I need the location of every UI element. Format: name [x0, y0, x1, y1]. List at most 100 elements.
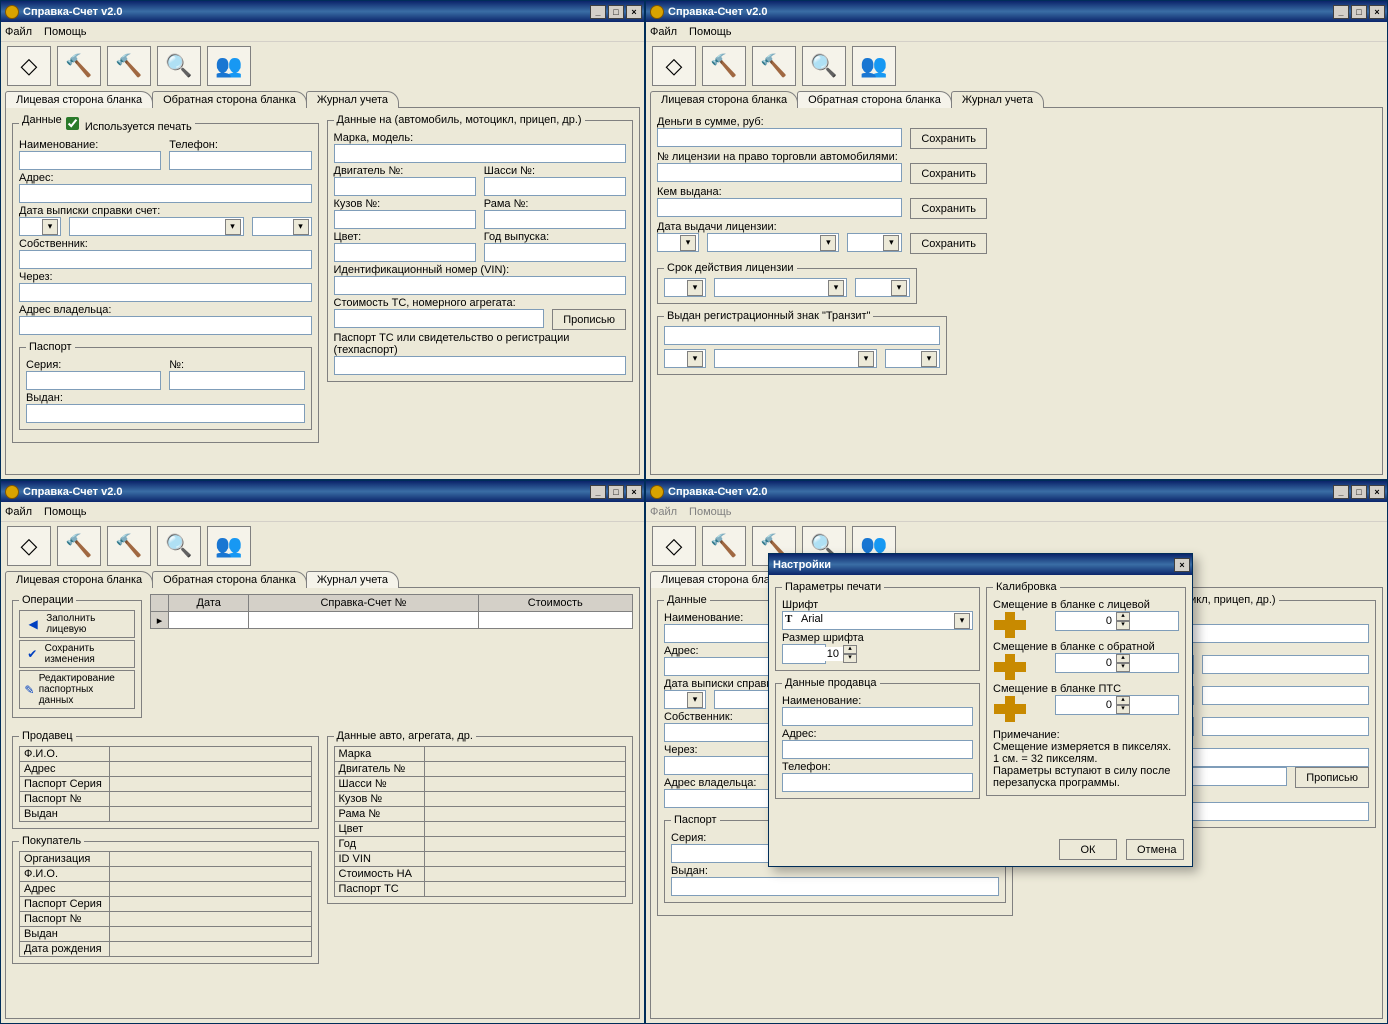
val-day-combo[interactable]: [664, 278, 706, 297]
ok-button[interactable]: ОК: [1059, 839, 1117, 860]
maximize-button[interactable]: □: [1351, 485, 1367, 499]
tab-front[interactable]: Лицевая сторона бланка: [5, 91, 153, 108]
year-input[interactable]: [484, 243, 626, 262]
menu-file[interactable]: Файл: [5, 26, 32, 38]
op-edit-button[interactable]: ✎Редактирование паспортных данных: [19, 670, 135, 709]
tool-users-icon[interactable]: 👥: [207, 526, 251, 566]
date-year-combo[interactable]: [252, 217, 312, 236]
date-month-combo[interactable]: [69, 217, 244, 236]
maximize-button[interactable]: □: [608, 485, 624, 499]
mark-input[interactable]: [334, 144, 627, 163]
tool-users-icon[interactable]: 👥: [207, 46, 251, 86]
offset-front-spinner[interactable]: ▴▾: [1055, 611, 1179, 631]
money-input[interactable]: [657, 128, 902, 147]
dialog-close-button[interactable]: ×: [1174, 558, 1190, 572]
tool-print2-icon[interactable]: 🔨: [107, 526, 151, 566]
op-save-button[interactable]: ✔Сохранить изменения: [19, 640, 135, 668]
app-icon: [5, 485, 19, 499]
tool-new-icon[interactable]: ◇: [652, 46, 696, 86]
minimize-button[interactable]: _: [1333, 5, 1349, 19]
tool-search-icon[interactable]: 🔍: [157, 46, 201, 86]
ldate-year-combo[interactable]: [847, 233, 902, 252]
tool-print2-icon[interactable]: 🔨: [752, 46, 796, 86]
passport-issued-input[interactable]: [26, 404, 305, 423]
tr-month-combo[interactable]: [714, 349, 877, 368]
through-input[interactable]: [19, 283, 312, 302]
op-fill-button[interactable]: ◀Заполнить лицевую: [19, 610, 135, 638]
tab-log[interactable]: Журнал учета: [951, 91, 1044, 108]
val-month-combo[interactable]: [714, 278, 847, 297]
maximize-button[interactable]: □: [1351, 5, 1367, 19]
tab-log[interactable]: Журнал учета: [306, 91, 399, 108]
phone-input[interactable]: [169, 151, 311, 170]
tool-search-icon[interactable]: 🔍: [802, 46, 846, 86]
offset-pts-spinner[interactable]: ▴▾: [1055, 695, 1179, 715]
save-ldate-button[interactable]: Сохранить: [910, 233, 987, 254]
pts-input[interactable]: [334, 356, 627, 375]
minimize-button[interactable]: _: [590, 5, 606, 19]
tab-back[interactable]: Обратная сторона бланка: [152, 91, 307, 108]
date-day-combo[interactable]: [19, 217, 61, 236]
settings-phone-input[interactable]: [782, 773, 973, 792]
tool-print-icon[interactable]: 🔨: [57, 526, 101, 566]
name-input[interactable]: [19, 151, 161, 170]
frame-input[interactable]: [484, 210, 626, 229]
by-words-button[interactable]: Прописью: [552, 309, 626, 330]
settings-name-input[interactable]: [782, 707, 973, 726]
save-money-button[interactable]: Сохранить: [910, 128, 987, 149]
cost-input[interactable]: [334, 309, 545, 328]
cancel-button[interactable]: Отмена: [1126, 839, 1184, 860]
tr-year-combo[interactable]: [885, 349, 940, 368]
menu-help[interactable]: Помощь: [44, 26, 87, 38]
tab-front[interactable]: Лицевая сторона бланка: [5, 571, 153, 588]
passport-no-input[interactable]: [169, 371, 304, 390]
close-button[interactable]: ×: [1369, 485, 1385, 499]
frame-passport: Паспорт Серия: №: Выдан:: [19, 341, 312, 430]
app-icon: [650, 485, 664, 499]
ldate-day-combo[interactable]: [657, 233, 699, 252]
tab-front[interactable]: Лицевая сторона бланка: [650, 91, 798, 108]
tool-users-icon[interactable]: 👥: [852, 46, 896, 86]
save-issued-button[interactable]: Сохранить: [910, 198, 987, 219]
tab-back[interactable]: Обратная сторона бланка: [797, 91, 952, 108]
tab-log[interactable]: Журнал учета: [306, 571, 399, 588]
ruler-icon: [993, 653, 1027, 681]
ldate-month-combo[interactable]: [707, 233, 839, 252]
close-button[interactable]: ×: [626, 485, 642, 499]
maximize-button[interactable]: □: [608, 5, 624, 19]
tool-print-icon[interactable]: 🔨: [57, 46, 101, 86]
minimize-button[interactable]: _: [590, 485, 606, 499]
chassis-input[interactable]: [484, 177, 626, 196]
passport-series-input[interactable]: [26, 371, 161, 390]
address-input[interactable]: [19, 184, 312, 203]
engine-input[interactable]: [334, 177, 476, 196]
font-size-spinner[interactable]: ▴▾: [782, 644, 826, 664]
tr-day-combo[interactable]: [664, 349, 706, 368]
tool-new-icon[interactable]: ◇: [7, 526, 51, 566]
owner-address-input[interactable]: [19, 316, 312, 335]
tab-back[interactable]: Обратная сторона бланка: [152, 571, 307, 588]
minimize-button[interactable]: _: [1333, 485, 1349, 499]
issued-by-input[interactable]: [657, 198, 902, 217]
tool-new-icon[interactable]: ◇: [7, 46, 51, 86]
owner-input[interactable]: [19, 250, 312, 269]
save-license-button[interactable]: Сохранить: [910, 163, 987, 184]
auto-detail-frame: Данные авто, агрегата, др. Марка Двигате…: [327, 730, 634, 904]
license-no-input[interactable]: [657, 163, 902, 182]
offset-back-spinner[interactable]: ▴▾: [1055, 653, 1179, 673]
tool-print-icon[interactable]: 🔨: [702, 46, 746, 86]
color-input[interactable]: [334, 243, 476, 262]
print-params-frame: Параметры печати Шрифт T Arial Размер шр…: [775, 581, 980, 671]
close-button[interactable]: ×: [1369, 5, 1385, 19]
transit-input[interactable]: [664, 326, 940, 345]
body-input[interactable]: [334, 210, 476, 229]
page-front: Данные Используется печать Наименование:…: [5, 107, 640, 475]
val-year-combo[interactable]: [855, 278, 910, 297]
settings-addr-input[interactable]: [782, 740, 973, 759]
uses-stamp-checkbox[interactable]: [66, 117, 79, 130]
close-button[interactable]: ×: [626, 5, 642, 19]
tool-search-icon[interactable]: 🔍: [157, 526, 201, 566]
vin-input[interactable]: [334, 276, 627, 295]
font-combo[interactable]: T Arial: [782, 611, 973, 630]
tool-print2-icon[interactable]: 🔨: [107, 46, 151, 86]
